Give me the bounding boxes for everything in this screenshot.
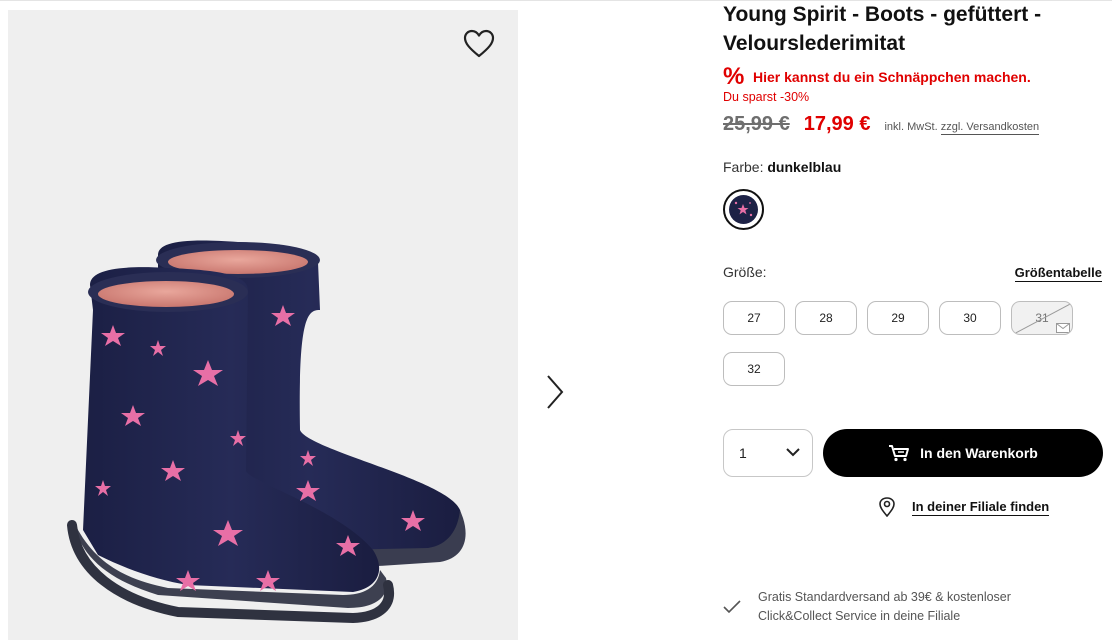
size-option-30[interactable]: 30	[939, 301, 1001, 335]
check-icon	[723, 600, 741, 614]
savings-text: Du sparst -30%	[723, 90, 810, 104]
current-price: 17,99 €	[803, 113, 871, 135]
heart-icon	[463, 29, 495, 58]
size-chart-link[interactable]: Größentabelle	[1014, 265, 1102, 282]
chevron-right-icon	[547, 375, 564, 409]
percent-icon: %	[723, 63, 745, 90]
size-option-28[interactable]: 28	[795, 301, 857, 335]
product-title: Young Spirit - Boots - gefüttert - Velou…	[723, 3, 1042, 55]
color-label-row: Farbe: dunkelblau	[723, 159, 841, 175]
deal-banner: % Hier kannst du ein Schnäppchen machen.	[723, 65, 1031, 89]
location-pin-icon	[879, 497, 895, 517]
color-swatch-dunkelblau[interactable]	[723, 189, 764, 230]
quantity-select[interactable]: 1	[723, 429, 813, 477]
color-value: dunkelblau	[767, 159, 842, 175]
add-to-cart-button[interactable]: In den Warenkorb	[823, 429, 1103, 477]
shipping-costs-link[interactable]: zzgl. Versandkosten	[940, 121, 1040, 135]
next-image-button[interactable]	[540, 372, 570, 412]
shipping-info: Gratis Standardversand ab 39€ & kostenlo…	[723, 588, 1048, 626]
size-label: Größe:	[723, 264, 767, 280]
find-in-store-label: In deiner Filiale finden	[912, 498, 1050, 516]
quantity-value: 1	[739, 445, 747, 461]
size-option-32[interactable]: 32	[723, 352, 785, 386]
color-label: Farbe:	[723, 159, 764, 175]
size-option-27[interactable]: 27	[723, 301, 785, 335]
tax-prefix: inkl. MwSt.	[884, 121, 938, 133]
product-image-gallery[interactable]	[8, 10, 518, 640]
product-details: Young Spirit - Boots - gefüttert - Velou…	[723, 0, 1108, 640]
deal-text: Hier kannst du ein Schnäppchen machen.	[753, 69, 1031, 85]
cart-icon	[889, 445, 910, 462]
tax-info: inkl. MwSt. zzgl. Versandkosten	[884, 121, 1040, 135]
size-option-31[interactable]: 31	[1011, 301, 1073, 335]
chevron-down-icon	[786, 448, 800, 457]
product-image	[67, 240, 466, 624]
shipping-text: Gratis Standardversand ab 39€ & kostenlo…	[758, 590, 1011, 623]
size-option-29[interactable]: 29	[867, 301, 929, 335]
color-swatch-fill	[729, 195, 758, 224]
find-in-store-link[interactable]: In deiner Filiale finden	[878, 497, 1050, 517]
price-row: 25,99 € 17,99 € inkl. MwSt. zzgl. Versan…	[723, 113, 1040, 136]
add-to-cart-label: In den Warenkorb	[920, 445, 1038, 461]
wishlist-button[interactable]	[463, 29, 495, 59]
star-pattern-icon	[734, 201, 753, 217]
old-price: 25,99 €	[723, 113, 790, 135]
mail-icon	[1056, 323, 1070, 333]
